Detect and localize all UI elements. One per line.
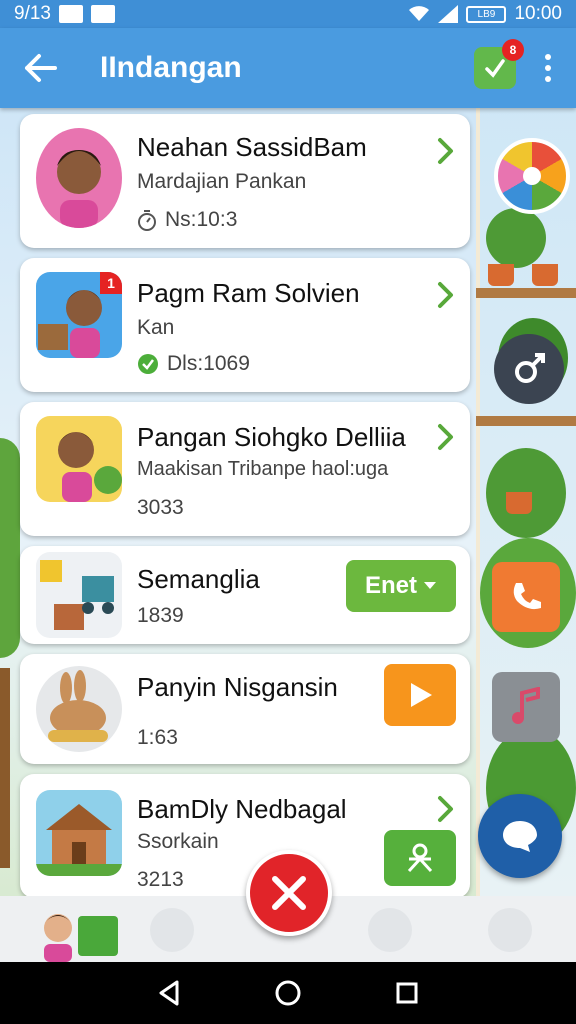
chevron-down-icon bbox=[424, 582, 436, 589]
chevron-right-icon[interactable] bbox=[434, 422, 456, 452]
item-meta: 3033 bbox=[137, 496, 184, 519]
stopwatch-icon bbox=[138, 210, 156, 231]
tray-item[interactable] bbox=[150, 908, 194, 952]
item-thumbnail bbox=[36, 552, 122, 638]
item-meta: Ns:10:3 bbox=[137, 208, 237, 232]
item-thumbnail: 1 bbox=[36, 272, 122, 358]
list-item[interactable]: Pangan Siohgko Delliia Maakisan Tribanpe… bbox=[20, 402, 470, 536]
chat-button[interactable] bbox=[478, 794, 562, 878]
gender-icon bbox=[515, 353, 545, 383]
nav-back-button[interactable] bbox=[149, 973, 189, 1013]
navigation-bar bbox=[0, 962, 576, 1024]
close-button[interactable] bbox=[246, 850, 332, 936]
chevron-right-icon[interactable] bbox=[434, 794, 456, 824]
list-item[interactable]: Semanglia 1839 Enet bbox=[20, 546, 470, 644]
phone-icon bbox=[513, 583, 541, 610]
item-title: Semanglia bbox=[137, 564, 260, 594]
close-icon bbox=[272, 876, 306, 910]
wifi-icon bbox=[409, 6, 430, 21]
arrow-left-icon bbox=[25, 54, 57, 82]
status-clock: 10:00 bbox=[514, 3, 562, 24]
music-button[interactable] bbox=[492, 672, 560, 742]
item-subtitle: Mardajian Pankan bbox=[137, 170, 307, 193]
gender-button[interactable] bbox=[494, 334, 564, 404]
avatar bbox=[36, 128, 122, 228]
list-item[interactable]: 1 Pagm Ram Solvien Kan Dls:1069 bbox=[20, 258, 470, 392]
chevron-right-icon[interactable] bbox=[434, 136, 456, 166]
triangle-back-icon bbox=[159, 980, 179, 1006]
task-badge: 8 bbox=[502, 39, 524, 61]
nav-home-button[interactable] bbox=[268, 973, 308, 1013]
status-bar: 9/13 LB9 10:00 bbox=[0, 0, 576, 28]
pencil-check-icon bbox=[485, 59, 505, 78]
item-meta: 1839 bbox=[137, 604, 184, 627]
square-recents-icon bbox=[396, 982, 418, 1004]
play-button[interactable] bbox=[384, 664, 456, 726]
check-circle-icon bbox=[138, 354, 158, 374]
notification-icon bbox=[58, 5, 83, 23]
item-meta: 3213 bbox=[137, 868, 184, 891]
list-item[interactable]: BamDly Nedbagal Ssorkain 3213 bbox=[20, 774, 470, 898]
tray-item[interactable] bbox=[368, 908, 412, 952]
item-title: Pagm Ram Solvien bbox=[137, 278, 360, 308]
user-avatar[interactable] bbox=[36, 910, 80, 962]
page-title: IIndangan bbox=[100, 51, 242, 84]
thumbnail-badge: 1 bbox=[100, 272, 122, 294]
item-title: Pangan Siohgko Delliia bbox=[137, 422, 406, 452]
list-item[interactable]: Neahan SassidBam Mardajian Pankan Ns:10:… bbox=[20, 114, 470, 248]
notification-icon-2 bbox=[90, 5, 115, 23]
person-icon bbox=[407, 843, 433, 873]
item-meta: Dls:1069 bbox=[137, 352, 250, 376]
nav-recents-button[interactable] bbox=[387, 973, 427, 1013]
status-date: 9/13 bbox=[14, 3, 51, 24]
item-subtitle: Kan bbox=[137, 316, 175, 339]
item-thumbnail bbox=[36, 790, 122, 876]
play-icon bbox=[411, 683, 432, 707]
item-subtitle: Ssorkain bbox=[137, 830, 219, 853]
more-options-button[interactable] bbox=[536, 48, 560, 88]
task-button[interactable]: 8 bbox=[474, 39, 524, 89]
item-title: Neahan SassidBam bbox=[137, 132, 367, 162]
tray-folder-icon[interactable] bbox=[78, 916, 118, 956]
item-meta: 1:63 bbox=[137, 726, 178, 749]
battery-icon: LB9 bbox=[466, 5, 507, 23]
chat-bubble-icon bbox=[503, 821, 537, 852]
music-note-icon bbox=[512, 687, 540, 724]
back-button[interactable] bbox=[0, 28, 80, 108]
spin-wheel[interactable] bbox=[494, 138, 570, 214]
phone-button[interactable] bbox=[492, 562, 560, 632]
chevron-right-icon[interactable] bbox=[434, 280, 456, 310]
item-subtitle: Maakisan Tribanpe haol:uga bbox=[137, 458, 389, 480]
wheel-pointer-icon bbox=[523, 167, 541, 185]
item-thumbnail bbox=[36, 416, 122, 502]
app-bar: IIndangan 8 bbox=[0, 28, 576, 108]
list-item[interactable]: Panyin Nisgansin 1:63 bbox=[20, 654, 470, 764]
circle-home-icon bbox=[275, 980, 301, 1006]
item-title: Panyin Nisgansin bbox=[137, 672, 338, 702]
item-thumbnail bbox=[36, 666, 122, 752]
person-action-button[interactable] bbox=[384, 830, 456, 886]
tray-item[interactable] bbox=[488, 908, 532, 952]
signal-icon bbox=[438, 5, 459, 23]
item-title: BamDly Nedbagal bbox=[137, 794, 347, 824]
enter-button[interactable]: Enet bbox=[346, 560, 456, 612]
